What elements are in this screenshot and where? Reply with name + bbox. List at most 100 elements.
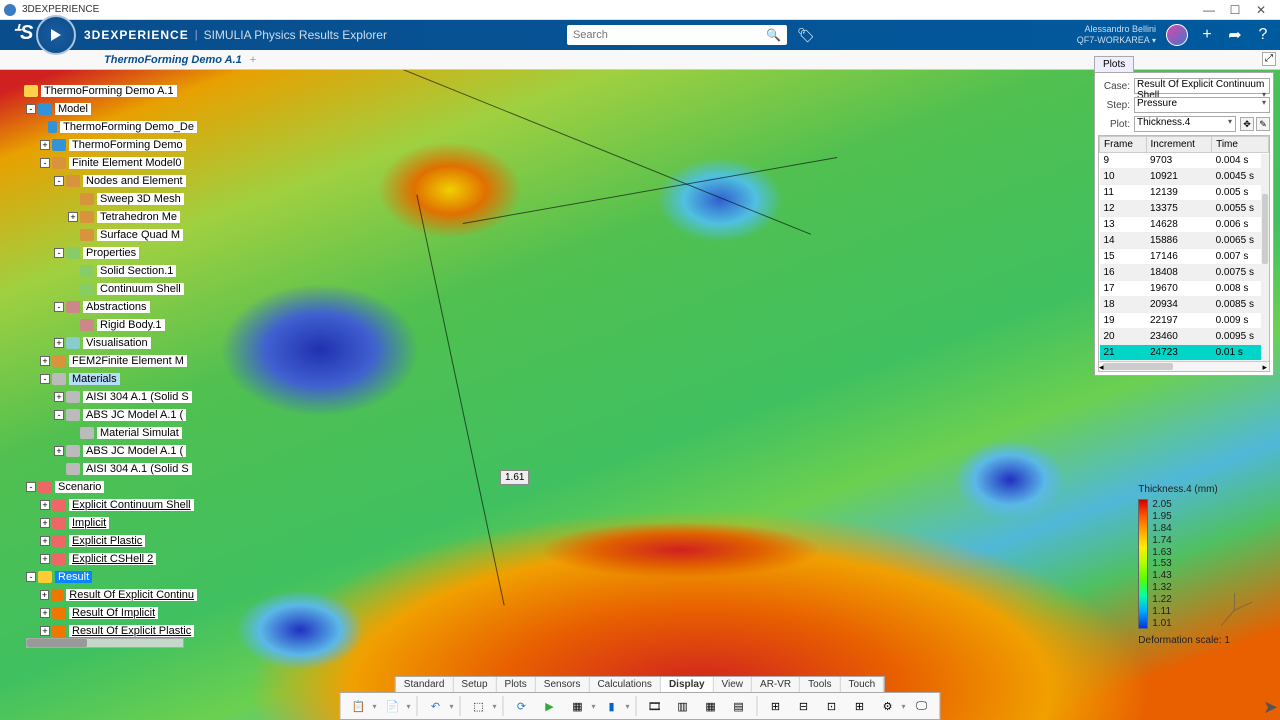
tree-item[interactable]: +ABS JC Model A.1 ( <box>12 442 197 460</box>
frame-row[interactable]: 16184080.0075 s <box>1100 265 1269 281</box>
action-tab-setup[interactable]: Setup <box>453 677 496 692</box>
search-box[interactable]: 🔍 <box>567 25 787 45</box>
feature-manager-button[interactable]: ⬚ <box>466 695 490 717</box>
share-button[interactable]: ➦ <box>1226 25 1244 45</box>
split3-button[interactable]: ⊡ <box>820 695 844 717</box>
tree-item[interactable]: -Properties <box>12 244 197 262</box>
frames-vscroll[interactable] <box>1261 154 1269 361</box>
tree-expand-toggle[interactable]: + <box>40 356 50 366</box>
copy-button[interactable]: 📋 <box>346 695 370 717</box>
tree-item[interactable]: -Abstractions <box>12 298 197 316</box>
tree-item[interactable]: AISI 304 A.1 (Solid S <box>12 460 197 478</box>
plot-fit-button[interactable]: ✥ <box>1240 117 1254 131</box>
tree-item[interactable]: ThermoForming Demo_De <box>12 118 197 136</box>
tree-expand-toggle[interactable]: + <box>40 500 50 510</box>
case-select[interactable]: Result Of Explicit Continuum Shell <box>1134 78 1270 94</box>
tree-item[interactable]: Rigid Body.1 <box>12 316 197 334</box>
tree-item[interactable]: +Visualisation <box>12 334 197 352</box>
tree-item[interactable]: +Implicit <box>12 514 197 532</box>
add-button[interactable]: + <box>1198 26 1216 44</box>
tree-expand-toggle[interactable]: + <box>40 536 50 546</box>
add-tab-button[interactable]: + <box>250 54 256 66</box>
tree-expand-toggle[interactable]: - <box>40 374 50 384</box>
tree-item[interactable]: -Model <box>12 100 197 118</box>
tree-item[interactable]: -Finite Element Model0 <box>12 154 197 172</box>
tree-item[interactable]: +Explicit Continuum Shell <box>12 496 197 514</box>
tree-item[interactable]: -Nodes and Element <box>12 172 197 190</box>
frame-row[interactable]: 14158860.0065 s <box>1100 233 1269 249</box>
tree-expand-toggle[interactable]: - <box>26 104 36 114</box>
tree-expand-toggle[interactable]: + <box>40 518 50 528</box>
tree-expand-toggle[interactable]: + <box>54 392 64 402</box>
tree-item[interactable]: -Result <box>12 568 197 586</box>
compass-button[interactable] <box>36 15 76 55</box>
user-block[interactable]: Alessandro Bellini QF7-WORKAREA <box>1077 24 1156 46</box>
tree-item[interactable]: +Result Of Implicit <box>12 604 197 622</box>
render-settings-button[interactable]: ⚙ <box>876 695 900 717</box>
plot-edit-button[interactable]: ✎ <box>1256 117 1270 131</box>
frame-row[interactable]: 21247230.01 s <box>1100 345 1269 361</box>
grid1-button[interactable]: ▥ <box>671 695 695 717</box>
tree-item[interactable]: Continuum Shell <box>12 280 197 298</box>
tree-expand-toggle[interactable]: - <box>26 482 36 492</box>
document-tab[interactable]: ThermoForming Demo A.1 <box>96 54 250 66</box>
tree-expand-toggle[interactable]: + <box>40 590 49 600</box>
frame-row[interactable]: 11121390.005 s <box>1100 185 1269 201</box>
search-icon[interactable]: 🔍 <box>766 28 781 42</box>
tree-item[interactable]: -Scenario <box>12 478 197 496</box>
tree-expand-toggle[interactable]: - <box>26 572 36 582</box>
tree-expand-toggle[interactable]: - <box>40 158 50 168</box>
specification-tree[interactable]: ThermoForming Demo A.1-ModelThermoFormin… <box>12 82 197 640</box>
grid2-button[interactable]: ▦ <box>699 695 723 717</box>
tree-expand-toggle[interactable]: + <box>40 140 50 150</box>
tree-expand-toggle[interactable]: + <box>54 446 64 456</box>
tree-item[interactable]: ThermoForming Demo A.1 <box>12 82 197 100</box>
undo-button[interactable]: ↶ <box>423 695 447 717</box>
tree-expand-toggle[interactable]: + <box>68 212 78 222</box>
frame-row[interactable]: 10109210.0045 s <box>1100 169 1269 185</box>
contour-plot-button[interactable]: ▦ <box>566 695 590 717</box>
tree-item[interactable]: +Explicit CSHell 2 <box>12 550 197 568</box>
tree-expand-toggle[interactable]: - <box>54 248 64 258</box>
split2-button[interactable]: ⊟ <box>792 695 816 717</box>
action-tab-ar-vr[interactable]: AR-VR <box>752 677 800 692</box>
tree-item[interactable]: Material Simulat <box>12 424 197 442</box>
frame-row[interactable]: 13146280.006 s <box>1100 217 1269 233</box>
frame-row[interactable]: 17196700.008 s <box>1100 281 1269 297</box>
action-tab-touch[interactable]: Touch <box>841 677 885 692</box>
tree-item[interactable]: +Explicit Plastic <box>12 532 197 550</box>
split1-button[interactable]: ⊞ <box>764 695 788 717</box>
action-tab-calculations[interactable]: Calculations <box>589 677 660 692</box>
legend-button[interactable]: ▮ <box>600 695 624 717</box>
tree-item[interactable]: -Materials <box>12 370 197 388</box>
play-button[interactable]: ▶ <box>538 695 562 717</box>
paste-button[interactable]: 📄 <box>380 695 404 717</box>
tree-item[interactable]: -ABS JC Model A.1 ( <box>12 406 197 424</box>
plots-tab[interactable]: Plots <box>1094 56 1134 72</box>
tree-expand-toggle[interactable]: - <box>54 302 64 312</box>
expand-view-button[interactable]: ⤢ <box>1262 52 1276 66</box>
avatar[interactable] <box>1166 24 1188 46</box>
tree-expand-toggle[interactable]: + <box>40 554 50 564</box>
plot-select[interactable]: Thickness.4 <box>1134 116 1236 132</box>
refresh-button[interactable]: ⟳ <box>510 695 534 717</box>
minimize-button[interactable]: — <box>1202 3 1216 17</box>
close-button[interactable]: ✕ <box>1254 3 1268 17</box>
tree-item[interactable]: Sweep 3D Mesh <box>12 190 197 208</box>
col-time[interactable]: Time <box>1212 137 1269 153</box>
animate-button[interactable]: 🎞 <box>643 695 667 717</box>
maximize-button[interactable]: ☐ <box>1228 3 1242 17</box>
frames-table[interactable]: Frame Increment Time 997030.004 s1010921… <box>1098 135 1270 372</box>
tree-item[interactable]: +ThermoForming Demo <box>12 136 197 154</box>
frame-row[interactable]: 20234600.0095 s <box>1100 329 1269 345</box>
tree-expand-toggle[interactable]: - <box>54 410 64 420</box>
help-button[interactable]: ? <box>1254 26 1272 44</box>
frame-row[interactable]: 997030.004 s <box>1100 153 1269 169</box>
action-tab-sensors[interactable]: Sensors <box>536 677 590 692</box>
tree-expand-toggle[interactable]: + <box>40 626 50 636</box>
tree-item[interactable]: Surface Quad M <box>12 226 197 244</box>
col-increment[interactable]: Increment <box>1146 137 1212 153</box>
action-tab-standard[interactable]: Standard <box>396 677 454 692</box>
tree-item[interactable]: +Tetrahedron Me <box>12 208 197 226</box>
frame-row[interactable]: 19221970.009 s <box>1100 313 1269 329</box>
